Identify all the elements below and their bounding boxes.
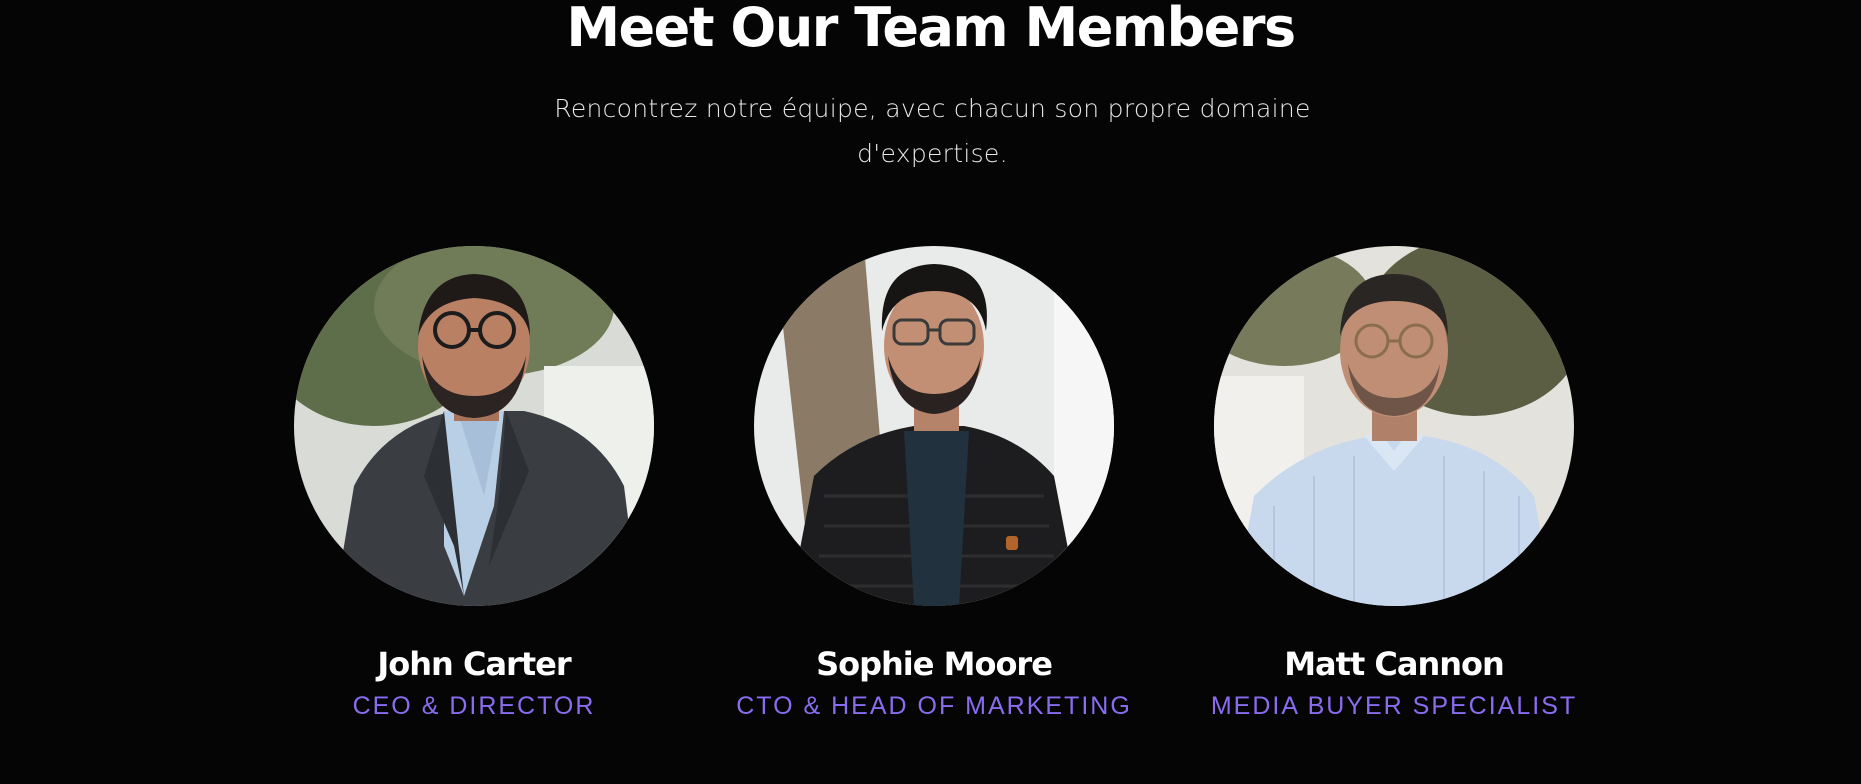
portrait-photo-icon (1214, 246, 1574, 606)
portrait-photo-icon (754, 246, 1114, 606)
team-member-photo[interactable] (294, 246, 654, 606)
team-member-photo[interactable] (754, 246, 1114, 606)
team-member-name: John Carter (377, 645, 571, 683)
team-member-role: CEO & DIRECTOR (352, 692, 596, 720)
team-member-role: CTO & HEAD OF MARKETING (736, 692, 1132, 720)
team-section: Meet Our Team Members Rencontrez notre é… (0, 0, 1861, 784)
team-member-name: Matt Cannon (1284, 645, 1505, 683)
portrait-photo-icon (294, 246, 654, 606)
team-member-card: Sophie Moore CTO & HEAD OF MARKETING (704, 246, 1164, 722)
team-member-card: Matt Cannon MEDIA BUYER SPECIALIST (1164, 246, 1624, 722)
section-title: Meet Our Team Members (566, 0, 1296, 59)
team-member-name: Sophie Moore (816, 645, 1053, 683)
team-member-photo[interactable] (1214, 246, 1574, 606)
team-member-role: MEDIA BUYER SPECIALIST (1210, 692, 1578, 720)
section-subtitle: Rencontrez notre équipe, avec chacun son… (554, 94, 1311, 168)
team-member-card: John Carter CEO & DIRECTOR (244, 246, 704, 722)
